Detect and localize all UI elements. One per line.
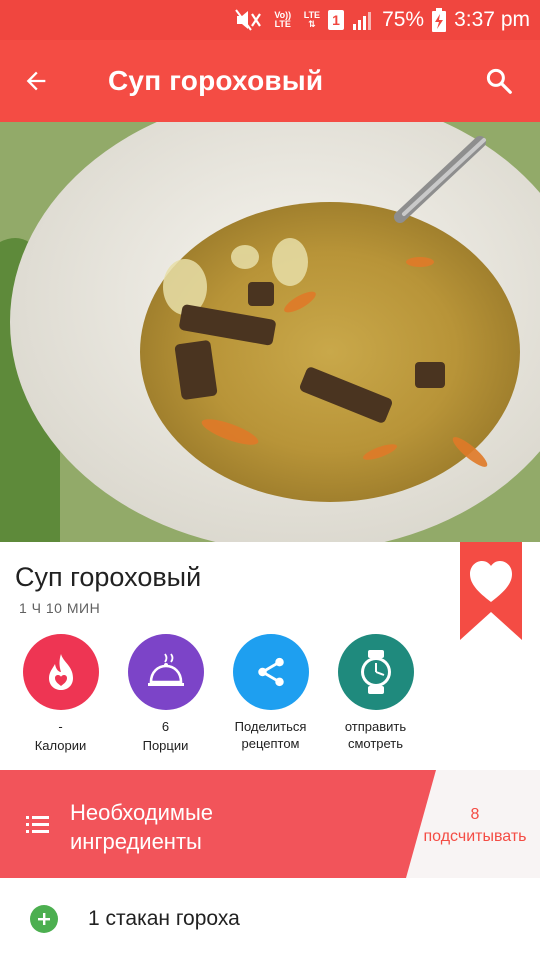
- battery-percent: 75%: [382, 8, 425, 31]
- recipe-cook-time: 1 Ч 10 МИН: [19, 600, 101, 616]
- ingredients-title: Необходимые ингредиенты: [70, 800, 214, 854]
- arrow-left-icon: [26, 71, 46, 91]
- page-title: Суп гороховый: [108, 65, 324, 96]
- signal-icon: [352, 9, 374, 31]
- battery-charging-icon: [432, 8, 447, 32]
- recipe-actions: - Калории 6 Порции Поделиться рецептом о…: [0, 634, 540, 754]
- lte-icon: LTE ⇅: [303, 10, 321, 29]
- back-button[interactable]: [0, 40, 72, 122]
- ingredients-header: Необходимые ингредиенты 8 подсчитывать: [0, 770, 540, 878]
- portions-label: Порции: [142, 738, 189, 753]
- clock: 3:37 pm: [454, 8, 530, 31]
- portions-action[interactable]: 6 Порции: [113, 634, 218, 754]
- ingredients-count-button[interactable]: 8 подсчитывать: [410, 804, 540, 848]
- calories-icon: [22, 634, 99, 710]
- volte-icon: Vo)) LTE: [274, 10, 292, 29]
- search-icon: [486, 68, 512, 94]
- recipe-info-card: Суп гороховый 1 Ч 10 МИН - Калории 6 Пор…: [0, 542, 540, 770]
- ingredient-text: 1 стакан гороха: [88, 907, 240, 930]
- favorite-bookmark-button[interactable]: [460, 542, 522, 640]
- calories-value: -: [58, 719, 63, 734]
- watch-icon: [337, 634, 414, 710]
- status-bar: Vo)) LTE LTE ⇅ 1 75% 3:37 pm: [0, 0, 540, 40]
- list-icon: [26, 814, 50, 839]
- send-to-watch-label: отправить смотреть: [344, 719, 407, 751]
- serving-cloche-icon: [127, 634, 204, 710]
- ingredients-count: 8: [470, 806, 480, 823]
- add-ingredient-button[interactable]: [30, 905, 58, 933]
- sim-icon: 1: [328, 10, 345, 30]
- recipe-title: Суп гороховый: [15, 562, 202, 592]
- recipe-photo: [0, 122, 540, 542]
- calories-action[interactable]: - Калории: [8, 634, 113, 754]
- plus-icon: [38, 913, 50, 925]
- mute-icon: [234, 8, 262, 32]
- ingredients-count-label: подсчитывать: [423, 828, 527, 845]
- share-recipe-label: Поделиться рецептом: [234, 719, 307, 751]
- portions-value: 6: [161, 719, 170, 734]
- search-button[interactable]: [458, 40, 540, 122]
- app-bar: Суп гороховый: [0, 40, 540, 122]
- ingredient-item[interactable]: 1 стакан гороха: [0, 878, 540, 960]
- share-recipe-action[interactable]: Поделиться рецептом: [218, 634, 323, 754]
- send-to-watch-action[interactable]: отправить смотреть: [323, 634, 428, 754]
- share-icon: [232, 634, 309, 710]
- calories-label: Калории: [34, 738, 87, 753]
